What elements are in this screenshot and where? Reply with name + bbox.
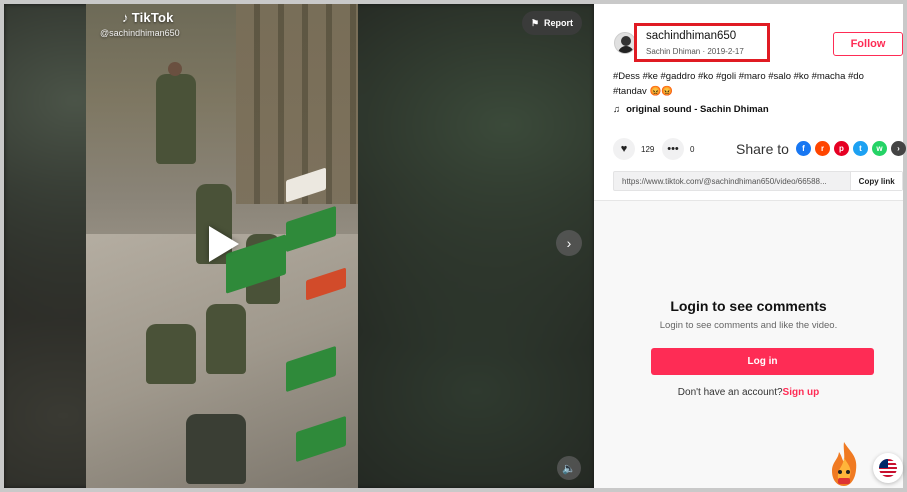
play-icon[interactable] <box>209 226 239 262</box>
video-details-panel: sachindhiman650 Sachin Dhiman · 2019-2-1… <box>594 4 906 488</box>
comments-login-subtitle: Login to see comments and like the video… <box>659 320 838 331</box>
comment-bubble-icon: ••• <box>667 143 679 155</box>
no-account-text: Don't have an account? <box>677 387 783 398</box>
scene-soldier <box>156 74 196 164</box>
signup-link[interactable]: Sign up <box>783 387 820 398</box>
scene-building <box>236 4 358 204</box>
author-display-name: Sachin Dhiman <box>646 47 701 56</box>
next-video-button[interactable]: › <box>556 230 582 256</box>
twitter-icon[interactable]: t <box>853 141 868 156</box>
tiktok-brand-text: TikTok <box>131 10 174 25</box>
like-button[interactable]: ♥ <box>613 138 635 160</box>
signup-row: Don't have an account?Sign up <box>594 387 903 398</box>
whatsapp-icon[interactable]: w <box>872 141 887 156</box>
video-caption: #Dess #ke #gaddro #ko #goli #maro #salo … <box>613 71 864 97</box>
comment-count: 0 <box>690 144 695 154</box>
facebook-icon[interactable]: f <box>796 141 811 156</box>
comments-login-title: Login to see comments <box>670 298 827 314</box>
flag-icon: ⚑ <box>530 17 540 28</box>
avatar[interactable] <box>614 32 636 54</box>
speaker-icon: 🔈 <box>562 462 576 475</box>
scene-soldier-head <box>168 62 182 76</box>
like-counter: ♥ 129 <box>613 138 654 160</box>
share-targets: f r p t w › <box>796 141 906 156</box>
share-link-url[interactable]: https://www.tiktok.com/@sachindhiman650/… <box>614 177 850 186</box>
chevron-right-icon: › <box>566 235 572 251</box>
region-selector-button[interactable] <box>873 453 903 483</box>
scene-soldier <box>186 414 246 484</box>
scene-soldier <box>146 324 196 384</box>
username-highlight-box <box>634 23 770 62</box>
flame-mascot-icon <box>832 442 857 486</box>
video-player[interactable]: ♪ TikTok @sachindhiman650 ⚑ Report › 🔈 <box>4 4 594 488</box>
heart-icon: ♥ <box>620 143 628 155</box>
tiktok-note-icon: ♪ <box>122 10 129 25</box>
sound-link[interactable]: ♫ original sound - Sachin Dhiman <box>613 104 769 115</box>
pinterest-icon[interactable]: p <box>834 141 849 156</box>
us-flag-icon <box>879 459 897 477</box>
share-link-box: https://www.tiktok.com/@sachindhiman650/… <box>613 171 903 191</box>
tiktok-watermark: ♪ TikTok <box>122 10 174 25</box>
author-meta: Sachin Dhiman · 2019-2-17 <box>646 47 744 56</box>
report-label: Report <box>544 18 574 28</box>
more-share-icon[interactable]: › <box>891 141 906 156</box>
watermark-handle: @sachindhiman650 <box>100 28 180 38</box>
scene-soldier <box>206 304 246 374</box>
mute-button[interactable]: 🔈 <box>557 456 581 480</box>
music-note-icon: ♫ <box>613 104 621 115</box>
author-username[interactable]: sachindhiman650 <box>646 30 736 42</box>
comment-button[interactable]: ••• <box>662 138 684 160</box>
share-label: Share to <box>736 141 789 157</box>
report-button[interactable]: ⚑ Report <box>522 11 582 35</box>
reddit-icon[interactable]: r <box>815 141 830 156</box>
login-button[interactable]: Log in <box>651 348 874 375</box>
follow-button[interactable]: Follow <box>833 32 903 56</box>
copy-link-button[interactable]: Copy link <box>850 172 902 190</box>
post-date: 2019-2-17 <box>707 47 744 56</box>
comment-counter: ••• 0 <box>662 138 694 160</box>
sound-label: original sound - Sachin Dhiman <box>626 104 769 115</box>
like-count: 129 <box>641 144 655 154</box>
